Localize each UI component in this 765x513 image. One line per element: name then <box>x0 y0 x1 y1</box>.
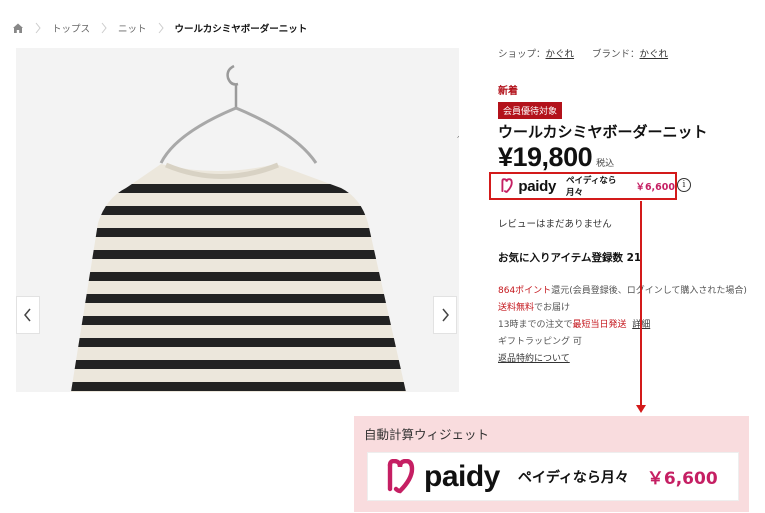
chevron-left-icon <box>24 308 31 322</box>
widget-callout-title: 自動計算ウィジェット <box>364 427 490 442</box>
chevron-right-icon <box>158 22 164 34</box>
product-details: 864ポイント還元(会員登録後、ログインして購入された場合) 送料無料でお届け … <box>498 283 760 368</box>
paidy-tagline: ペイディなら月々 <box>566 176 617 198</box>
paidy-logo-text: paidy <box>518 177 557 195</box>
points-row: 864ポイント還元(会員登録後、ログインして購入された場合) <box>498 283 760 300</box>
tax-label: 税込 <box>596 159 615 169</box>
member-badge: 会員優待対象 <box>498 99 563 119</box>
favorite-count-row: お気に入りアイテム登録数 21 <box>498 250 641 265</box>
callout-connector <box>640 201 642 407</box>
same-day-dispatch: 最短当日発送 <box>572 320 627 330</box>
return-policy-link[interactable]: 返品特約について <box>498 354 570 364</box>
paidy-amount: ￥6,600 <box>646 469 718 489</box>
paidy-widget-large[interactable]: paidy ペイディなら月々 ￥6,600 <box>367 452 739 501</box>
paidy-amount: ￥6,600 <box>635 182 675 193</box>
paidy-logo-icon <box>387 458 415 493</box>
member-badge-text: 会員優待対象 <box>498 102 563 119</box>
breadcrumb: トップス ニット ウールカシミヤボーダーニット <box>12 18 307 38</box>
product-title: ウールカシミヤボーダーニット <box>498 123 708 141</box>
return-policy-row: 返品特約について <box>498 351 760 368</box>
home-icon[interactable] <box>12 22 24 34</box>
widget-callout: 自動計算ウィジェット paidy ペイディなら月々 ￥6,600 <box>354 416 749 512</box>
order-prefix: 13時までの注文で <box>498 320 573 330</box>
product-photo <box>71 64 406 392</box>
dispatch-row: 13時までの注文で最短当日発送 詳細 <box>498 317 760 334</box>
callout-arrowhead <box>636 405 646 413</box>
price: ¥19,800 <box>498 142 593 172</box>
next-image-button[interactable] <box>433 296 457 334</box>
breadcrumb-current: ウールカシミヤボーダーニット <box>174 24 308 35</box>
points-note: 還元(会員登録後、ログインして購入された場合) <box>551 286 747 296</box>
shipping-note: でお届け <box>534 303 571 313</box>
new-label: 新着 <box>498 86 518 97</box>
product-info: ショップ：かぐれ ブランド：かぐれ 新着 会員優待対象 ウールカシミヤボーダーニ… <box>498 46 760 172</box>
info-icon[interactable]: i <box>677 178 691 192</box>
shipping-row: 送料無料でお届け <box>498 300 760 317</box>
chevron-right-icon <box>101 22 107 34</box>
gift-wrap-row: ギフトラッピング 可 <box>498 337 582 347</box>
previous-image-button[interactable] <box>16 296 40 334</box>
chevron-right-icon <box>442 308 449 322</box>
shop-brand-row: ショップ：かぐれ ブランド：かぐれ <box>498 46 760 64</box>
shipping-free: 送料無料 <box>498 303 535 313</box>
review-status: レビューはまだありません <box>498 219 612 230</box>
shop-link[interactable]: かぐれ <box>546 49 575 60</box>
brand-label: ブランド： <box>592 49 640 60</box>
paidy-logo-text: paidy <box>424 459 500 493</box>
chevron-right-icon <box>35 22 41 34</box>
paidy-tagline: ペイディなら月々 <box>517 469 629 486</box>
pager-separator: ／ <box>457 128 459 142</box>
shop-label: ショップ： <box>498 49 546 60</box>
breadcrumb-item-tops[interactable]: トップス <box>52 21 90 35</box>
paidy-widget[interactable]: paidy ペイディなら月々 ￥6,600 <box>489 172 677 200</box>
favorite-label: お気に入りアイテム登録数 <box>498 252 623 264</box>
brand-link[interactable]: かぐれ <box>640 49 669 60</box>
paidy-logo-icon <box>501 178 513 193</box>
price-row: ¥19,800 税込 <box>498 142 614 173</box>
product-image-gallery[interactable]: 1 ／ 4 <box>16 48 459 392</box>
image-pager: 1 ／ 4 <box>453 114 459 156</box>
breadcrumb-item-knit[interactable]: ニット <box>118 21 147 35</box>
points-value: 864ポイント <box>498 286 552 296</box>
